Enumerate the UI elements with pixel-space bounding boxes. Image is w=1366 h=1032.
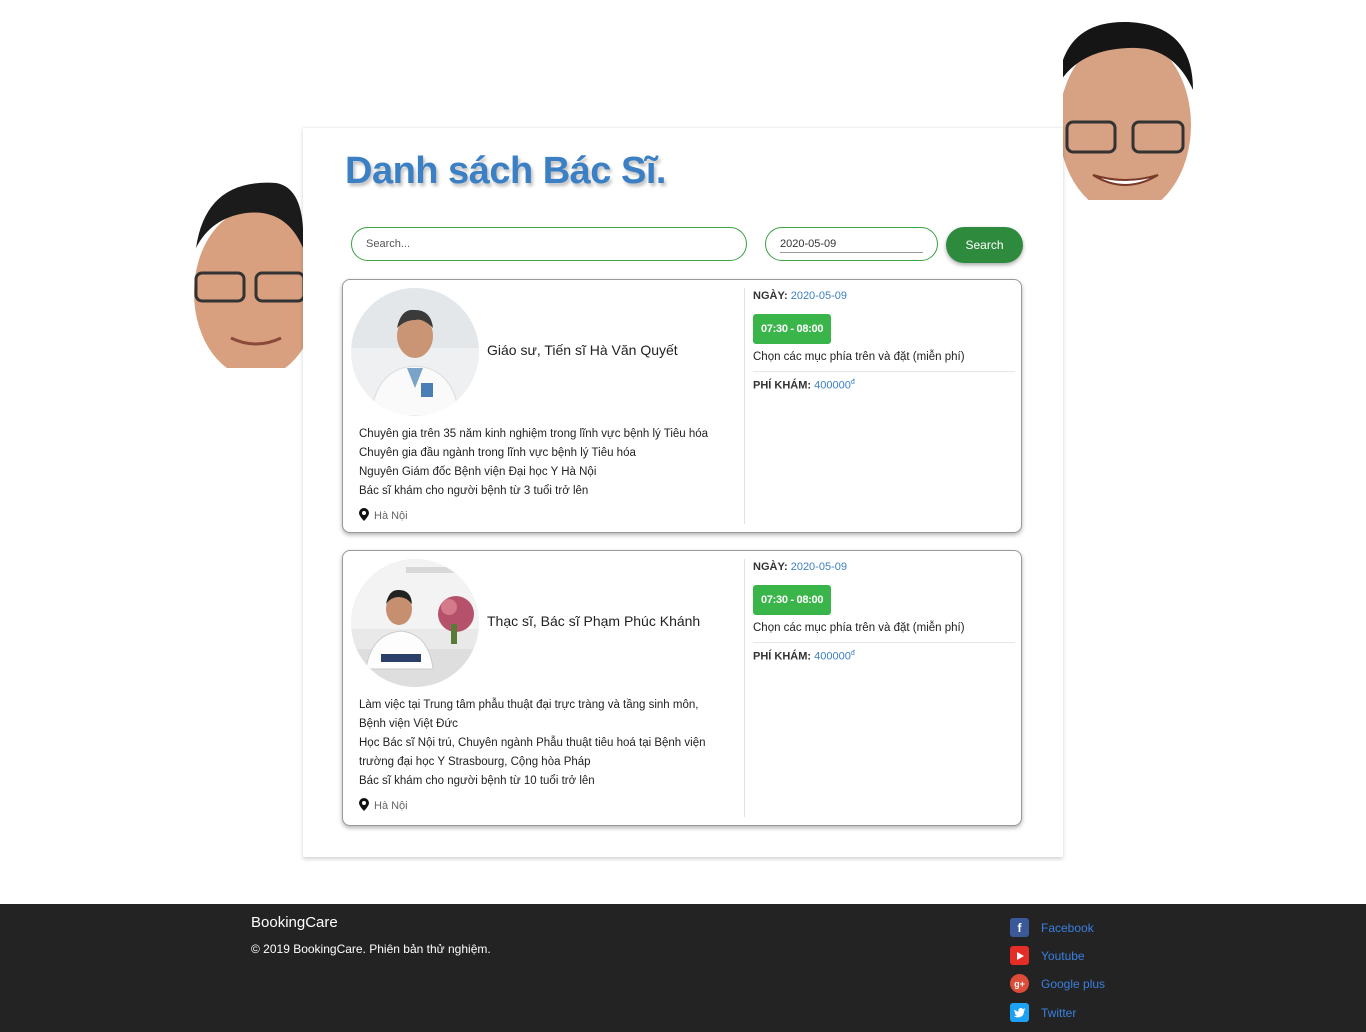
time-slot-button[interactable]: 07:30 - 08:00 bbox=[753, 314, 832, 344]
date-row: NGÀY: 2020-05-09 bbox=[753, 290, 1015, 302]
doctor-location: Hà Nội bbox=[359, 798, 408, 814]
google-plus-icon: g+ bbox=[1010, 974, 1029, 993]
schedule-panel: NGÀY: 2020-05-09 07:30 - 08:00 Chọn các … bbox=[753, 290, 1015, 392]
fee-label: PHÍ KHÁM: bbox=[753, 650, 812, 663]
schedule-panel: NGÀY: 2020-05-09 07:30 - 08:00 Chọn các … bbox=[753, 561, 1015, 663]
fee-row: PHÍ KHÁM: 400000đ bbox=[753, 379, 1015, 392]
fee-row: PHÍ KHÁM: 400000đ bbox=[753, 650, 1015, 663]
footer-brand: BookingCare bbox=[251, 914, 338, 931]
map-pin-icon bbox=[359, 508, 369, 524]
doctor-name[interactable]: Thạc sĩ, Bác sĩ Phạm Phúc Khánh bbox=[487, 613, 700, 629]
doctor-avatar[interactable] bbox=[351, 288, 479, 416]
date-label: NGÀY: bbox=[753, 290, 788, 302]
divider bbox=[744, 559, 745, 817]
location-label: Hà Nội bbox=[374, 800, 408, 812]
footer-copyright: © 2019 BookingCare. Phiên bản thử nghiệm… bbox=[251, 942, 491, 956]
search-button[interactable]: Search bbox=[946, 227, 1023, 263]
social-link-facebook[interactable]: f Facebook bbox=[1010, 918, 1094, 937]
date-row: NGÀY: 2020-05-09 bbox=[753, 561, 1015, 573]
description-line: Bác sĩ khám cho người bệnh từ 3 tuổi trở… bbox=[359, 485, 589, 497]
background-doctor-photo-right bbox=[1063, 10, 1198, 200]
doctor-description: Chuyên gia trên 35 năm kinh nghiệm trong… bbox=[359, 425, 739, 501]
description-line: Bác sĩ khám cho người bệnh từ 10 tuổi tr… bbox=[359, 775, 595, 787]
location-label: Hà Nội bbox=[374, 510, 408, 522]
date-value: 2020-05-09 bbox=[790, 290, 847, 302]
youtube-icon bbox=[1010, 946, 1029, 965]
date-value: 2020-05-09 bbox=[780, 238, 837, 250]
doctor-description: Làm việc tại Trung tâm phẫu thuật đại tr… bbox=[359, 696, 739, 791]
description-line: Chuyên gia trên 35 năm kinh nghiệm trong… bbox=[359, 428, 709, 440]
doctor-location: Hà Nội bbox=[359, 508, 408, 524]
fee-value: 400000 bbox=[814, 650, 851, 663]
search-input[interactable] bbox=[351, 227, 747, 261]
description-line: Nguyên Giám đốc Bệnh viện Đại học Y Hà N… bbox=[359, 466, 597, 478]
social-link-twitter[interactable]: Twitter bbox=[1010, 1003, 1076, 1022]
booking-hint: Chọn các mục phía trên và đặt (miễn phí) bbox=[753, 351, 965, 363]
social-label: Google plus bbox=[1041, 976, 1106, 991]
social-label: Youtube bbox=[1041, 948, 1085, 963]
booking-hint: Chọn các mục phía trên và đặt (miễn phí) bbox=[753, 622, 965, 634]
social-link-youtube[interactable]: Youtube bbox=[1010, 946, 1085, 965]
currency-symbol: đ bbox=[850, 650, 855, 657]
doctor-name[interactable]: Giáo sư, Tiến sĩ Hà Văn Quyết bbox=[487, 342, 678, 358]
date-label: NGÀY: bbox=[753, 561, 788, 573]
doctor-list-panel: Danh sách Bác Sĩ. 2020-05-09 Search Giáo… bbox=[303, 127, 1063, 857]
description-line: Bệnh viện Việt Đức bbox=[359, 718, 458, 730]
social-link-google-plus[interactable]: g+ Google plus bbox=[1010, 974, 1105, 993]
description-line: Chuyên gia đầu ngành trong lĩnh vực bệnh… bbox=[359, 447, 636, 459]
doctor-card: Thạc sĩ, Bác sĩ Phạm Phúc Khánh Làm việc… bbox=[342, 550, 1022, 826]
description-line: trường đại học Y Strasbourg, Cộng hòa Ph… bbox=[359, 756, 591, 768]
time-slot-button[interactable]: 07:30 - 08:00 bbox=[753, 585, 832, 615]
background-doctor-photo-left bbox=[186, 178, 303, 368]
description-line: Làm việc tại Trung tâm phẫu thuật đại tr… bbox=[359, 699, 699, 711]
date-picker-input[interactable]: 2020-05-09 bbox=[765, 227, 938, 261]
facebook-icon: f bbox=[1010, 918, 1029, 937]
divider bbox=[744, 288, 745, 524]
site-footer: BookingCare © 2019 BookingCare. Phiên bả… bbox=[0, 904, 1366, 1032]
date-value: 2020-05-09 bbox=[790, 561, 847, 573]
fee-label: PHÍ KHÁM: bbox=[753, 379, 812, 392]
social-label: Twitter bbox=[1041, 1005, 1077, 1020]
social-label: Facebook bbox=[1041, 920, 1094, 935]
twitter-icon bbox=[1010, 1003, 1029, 1022]
page-title: Danh sách Bác Sĩ. bbox=[345, 150, 666, 192]
doctor-avatar[interactable] bbox=[351, 559, 479, 687]
currency-symbol: đ bbox=[850, 379, 855, 386]
doctor-card: Giáo sư, Tiến sĩ Hà Văn Quyết Chuyên gia… bbox=[342, 279, 1022, 533]
fee-value: 400000 bbox=[814, 379, 851, 392]
description-line: Học Bác sĩ Nội trú, Chuyên ngành Phẫu th… bbox=[359, 737, 706, 749]
map-pin-icon bbox=[359, 798, 369, 814]
